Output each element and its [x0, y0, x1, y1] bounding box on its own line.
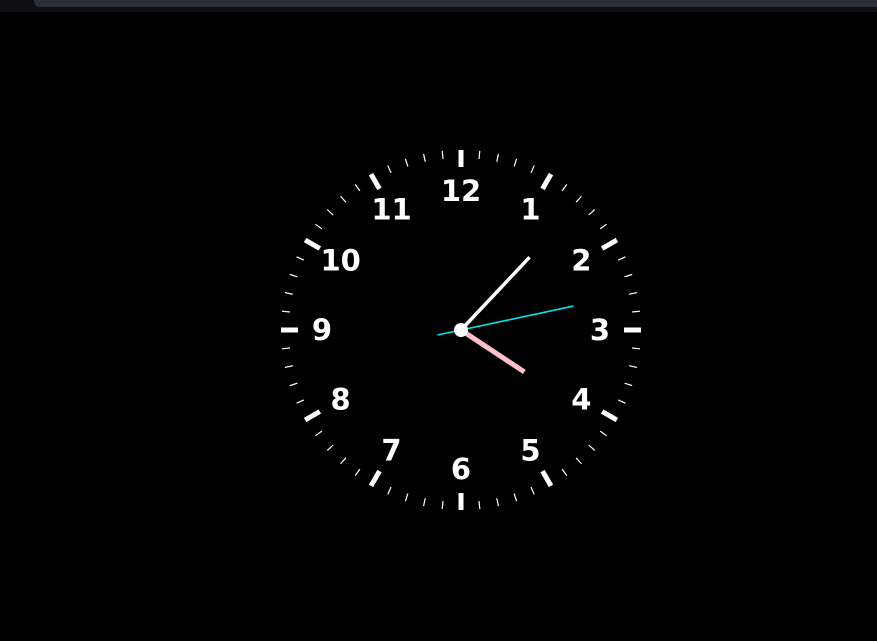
minute-tick — [617, 256, 626, 261]
numeral-12: 12 — [441, 174, 481, 208]
numeral-1: 1 — [520, 193, 540, 227]
numeral-5: 5 — [520, 433, 540, 467]
minute-tick — [441, 500, 444, 510]
numeral-11: 11 — [371, 193, 411, 227]
hour-tick — [303, 409, 322, 423]
minute-tick — [629, 365, 638, 369]
minute-tick — [624, 382, 633, 387]
minute-tick — [404, 493, 409, 502]
hour-tick — [540, 469, 554, 488]
minute-tick — [387, 165, 392, 174]
hour-tick — [368, 469, 382, 488]
minute-tick — [530, 165, 535, 174]
numeral-2: 2 — [571, 244, 591, 278]
minute-tick — [326, 444, 334, 451]
numeral-6: 6 — [451, 452, 471, 486]
minute-tick — [281, 347, 291, 350]
hour-tick — [600, 409, 619, 423]
minute-tick — [588, 209, 596, 216]
minute-tick — [561, 184, 568, 192]
minute-tick — [326, 209, 334, 216]
hour-tick — [600, 237, 619, 251]
minute-tick — [340, 195, 347, 203]
minute-tick — [441, 150, 444, 160]
numeral-10: 10 — [320, 244, 360, 278]
numeral-3: 3 — [590, 313, 610, 347]
numeral-7: 7 — [381, 433, 401, 467]
minute-tick — [296, 256, 305, 261]
minute-tick — [575, 457, 582, 465]
minute-tick — [340, 457, 347, 465]
minute-tick — [561, 468, 568, 476]
minute-tick — [575, 195, 582, 203]
hour-tick — [303, 237, 322, 251]
clock-center-dot — [454, 323, 468, 337]
minute-tick — [315, 223, 323, 230]
minute-tick — [422, 153, 426, 162]
minute-tick — [629, 291, 638, 295]
hour-hand — [459, 327, 526, 375]
minute-tick — [496, 153, 500, 162]
minute-tick — [315, 430, 323, 437]
minute-tick — [530, 486, 535, 495]
minute-tick — [624, 273, 633, 278]
minute-tick — [387, 486, 392, 495]
minute-tick — [289, 382, 298, 387]
minute-tick — [617, 399, 626, 404]
minute-tick — [289, 273, 298, 278]
minute-tick — [296, 399, 305, 404]
minute-tick — [631, 347, 641, 350]
minute-tick — [513, 158, 518, 167]
hour-tick — [540, 172, 554, 191]
numeral-4: 4 — [571, 383, 591, 417]
numeral-8: 8 — [331, 383, 351, 417]
minute-tick — [281, 310, 291, 313]
hour-tick — [368, 172, 382, 191]
minute-tick — [404, 158, 409, 167]
minute-tick — [599, 430, 607, 437]
minute-tick — [599, 223, 607, 230]
minute-tick — [284, 365, 293, 369]
minute-tick — [588, 444, 596, 451]
minute-tick — [354, 184, 361, 192]
analog-clock: 12 1 2 3 4 5 6 7 8 9 10 11 — [281, 150, 641, 510]
minute-tick — [478, 150, 481, 160]
minute-tick — [513, 493, 518, 502]
minute-hand — [459, 256, 531, 332]
minute-tick — [284, 291, 293, 295]
minute-tick — [496, 498, 500, 507]
minute-tick — [478, 500, 481, 510]
minute-tick — [631, 310, 641, 313]
numeral-9: 9 — [312, 313, 332, 347]
minute-tick — [354, 468, 361, 476]
minute-tick — [422, 498, 426, 507]
